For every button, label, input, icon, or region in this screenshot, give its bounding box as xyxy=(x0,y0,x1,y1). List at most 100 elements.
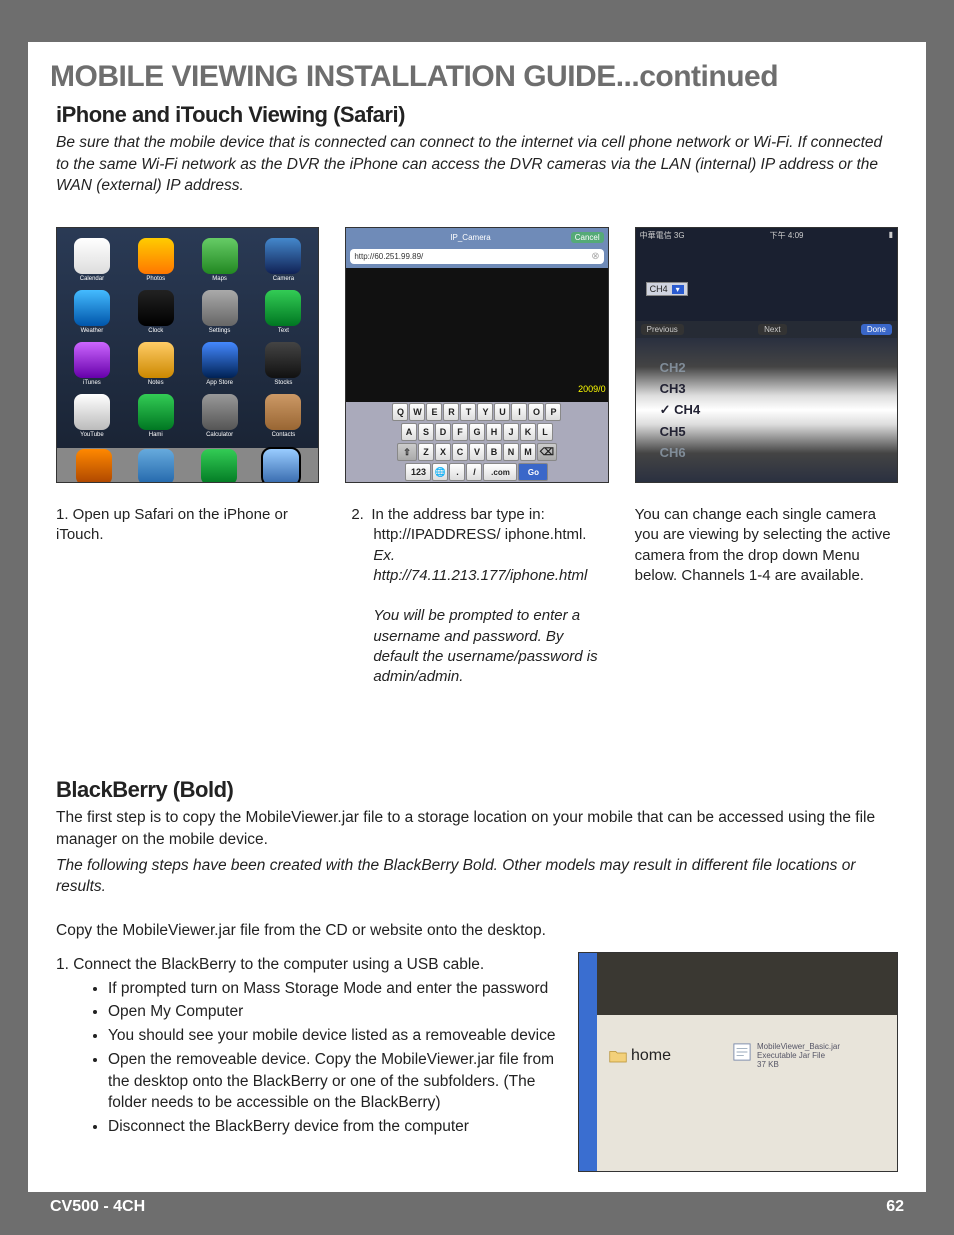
dropdown-value: CH4 xyxy=(650,284,668,294)
bb-bullet: You should see your mobile device listed… xyxy=(108,1025,558,1047)
key: B xyxy=(486,443,502,461)
bb-copy-line: Copy the MobileViewer.jar file from the … xyxy=(56,922,898,940)
go-key: Go xyxy=(518,463,548,481)
bb-bullet: Disconnect the BlackBerry device from th… xyxy=(108,1116,558,1138)
bb-dark-strip xyxy=(579,953,897,1015)
safari-url-text: http://60.251.99.89/ xyxy=(354,252,423,261)
section-title: MOBILE VIEWING INSTALLATION GUIDE...cont… xyxy=(28,42,926,98)
bb-bullets: If prompted turn on Mass Storage Mode an… xyxy=(56,978,558,1138)
bb-title: BlackBerry (Bold) xyxy=(56,777,898,803)
key: M xyxy=(520,443,536,461)
folder-icon xyxy=(609,1049,627,1063)
dropdown-arrow-icon: ▾ xyxy=(672,285,684,294)
key: Y xyxy=(477,403,493,421)
channel-dropdown: CH4 ▾ xyxy=(646,282,688,296)
wheel-row-selected: CH4 xyxy=(660,399,897,421)
figure-blackberry: home MobileViewer_Basic.jar Executable J… xyxy=(578,952,898,1172)
bb-intro1: The first step is to copy the MobileView… xyxy=(56,807,898,850)
wheel-row: CH5 xyxy=(660,421,897,442)
clear-icon: ⊗ xyxy=(591,251,599,262)
iphone-dock: iPod Mail Phone Safari xyxy=(57,448,318,483)
jar-file-icon xyxy=(733,1043,751,1061)
app-icon: App Store xyxy=(191,342,249,386)
dock-icon: Safari xyxy=(263,449,299,483)
bb-side-strip xyxy=(579,953,597,1171)
next-button: Next xyxy=(758,324,786,335)
key: V xyxy=(469,443,485,461)
key: R xyxy=(443,403,459,421)
safari-url-field: http://60.251.99.89/ ⊗ xyxy=(350,249,603,264)
bb-steps: 1. Connect the BlackBerry to the compute… xyxy=(56,952,558,1172)
bb-folder: home xyxy=(609,1047,671,1065)
iphone-title: iPhone and iTouch Viewing (Safari) xyxy=(56,102,898,128)
key: K xyxy=(520,423,536,441)
key: U xyxy=(494,403,510,421)
dock-icon: iPod xyxy=(76,449,112,483)
footer-model: CV500 - 4CH xyxy=(50,1198,145,1216)
picker-wheel: CH2 CH3 CH4 CH5 CH6 xyxy=(636,338,897,482)
bb-intro2: The following steps have been created wi… xyxy=(56,855,898,898)
safari-viewer-area xyxy=(346,268,607,402)
timestamp-overlay: 2009/0 xyxy=(578,384,606,394)
caption-3: You can change each single camera you ar… xyxy=(635,505,898,586)
key: L xyxy=(537,423,553,441)
col-picker: 中華電信 3G 下午 4:09 ▮ CH4 ▾ Previous Next Do… xyxy=(635,227,898,687)
figure-safari: IP_Camera Cancel http://60.251.99.89/ ⊗ … xyxy=(345,227,608,483)
key: S xyxy=(418,423,434,441)
app-icon: iTunes xyxy=(63,342,121,386)
globe-key: 🌐 xyxy=(432,463,448,481)
key: F xyxy=(452,423,468,441)
page-footer: CV500 - 4CH 62 xyxy=(28,1192,926,1222)
iphone-home-grid: Calendar Photos Maps Camera Weather Cloc… xyxy=(57,228,318,448)
key: T xyxy=(460,403,476,421)
key: O xyxy=(528,403,544,421)
picker-button-row: Previous Next Done xyxy=(636,321,897,338)
app-icon: Maps xyxy=(191,238,249,282)
num-key: 123 xyxy=(405,463,431,481)
picker-top: 中華電信 3G 下午 4:09 ▮ CH4 ▾ Previous Next Do… xyxy=(636,228,897,338)
safari-page-title: IP_Camera xyxy=(374,233,566,242)
wheel-row: CH2 xyxy=(660,357,897,378)
delete-key: ⌫ xyxy=(537,443,557,461)
caption-2: 2.In the address bar type in: http://IPA… xyxy=(345,505,608,687)
battery-icon: ▮ xyxy=(889,230,893,241)
bb-screenshot-col: home MobileViewer_Basic.jar Executable J… xyxy=(578,952,898,1172)
app-icon: Notes xyxy=(127,342,185,386)
key: X xyxy=(435,443,451,461)
app-icon: Camera xyxy=(254,238,312,282)
safari-top-bar: IP_Camera Cancel xyxy=(346,228,607,247)
figure-picker: 中華電信 3G 下午 4:09 ▮ CH4 ▾ Previous Next Do… xyxy=(635,227,898,483)
key: E xyxy=(426,403,442,421)
figure-iphone-home: Calendar Photos Maps Camera Weather Cloc… xyxy=(56,227,319,483)
col-iphone-home: Calendar Photos Maps Camera Weather Cloc… xyxy=(56,227,319,687)
app-icon: Stocks xyxy=(254,342,312,386)
key: I xyxy=(511,403,527,421)
iphone-intro: Be sure that the mobile device that is c… xyxy=(56,132,898,197)
iphone-keyboard: Q W E R T Y U I O P A xyxy=(346,402,607,482)
app-icon: Clock xyxy=(127,290,185,334)
com-key: .com xyxy=(483,463,517,481)
slash-key: / xyxy=(466,463,482,481)
key: Z xyxy=(418,443,434,461)
safari-address-row: http://60.251.99.89/ ⊗ xyxy=(346,247,607,268)
page: MOBILE VIEWING INSTALLATION GUIDE...cont… xyxy=(28,42,926,1222)
col-safari: IP_Camera Cancel http://60.251.99.89/ ⊗ … xyxy=(345,227,608,687)
key: G xyxy=(469,423,485,441)
key: C xyxy=(452,443,468,461)
carrier-label: 中華電信 3G xyxy=(640,230,685,241)
safari-cancel-button: Cancel xyxy=(571,232,604,243)
app-icon: Photos xyxy=(127,238,185,282)
bb-step1: 1. Connect the BlackBerry to the compute… xyxy=(56,954,558,976)
key: H xyxy=(486,423,502,441)
done-button: Done xyxy=(861,324,892,335)
key: N xyxy=(503,443,519,461)
footer-page: 62 xyxy=(886,1198,904,1216)
shift-key: ⇧ xyxy=(397,443,417,461)
app-icon: Text xyxy=(254,290,312,334)
bb-file-size: 37 KB xyxy=(757,1061,840,1070)
picker-status-bar: 中華電信 3G 下午 4:09 ▮ xyxy=(636,228,897,243)
key: Q xyxy=(392,403,408,421)
bb-bullet: Open My Computer xyxy=(108,1001,558,1023)
wheel-row: CH6 xyxy=(660,442,897,463)
key: D xyxy=(435,423,451,441)
